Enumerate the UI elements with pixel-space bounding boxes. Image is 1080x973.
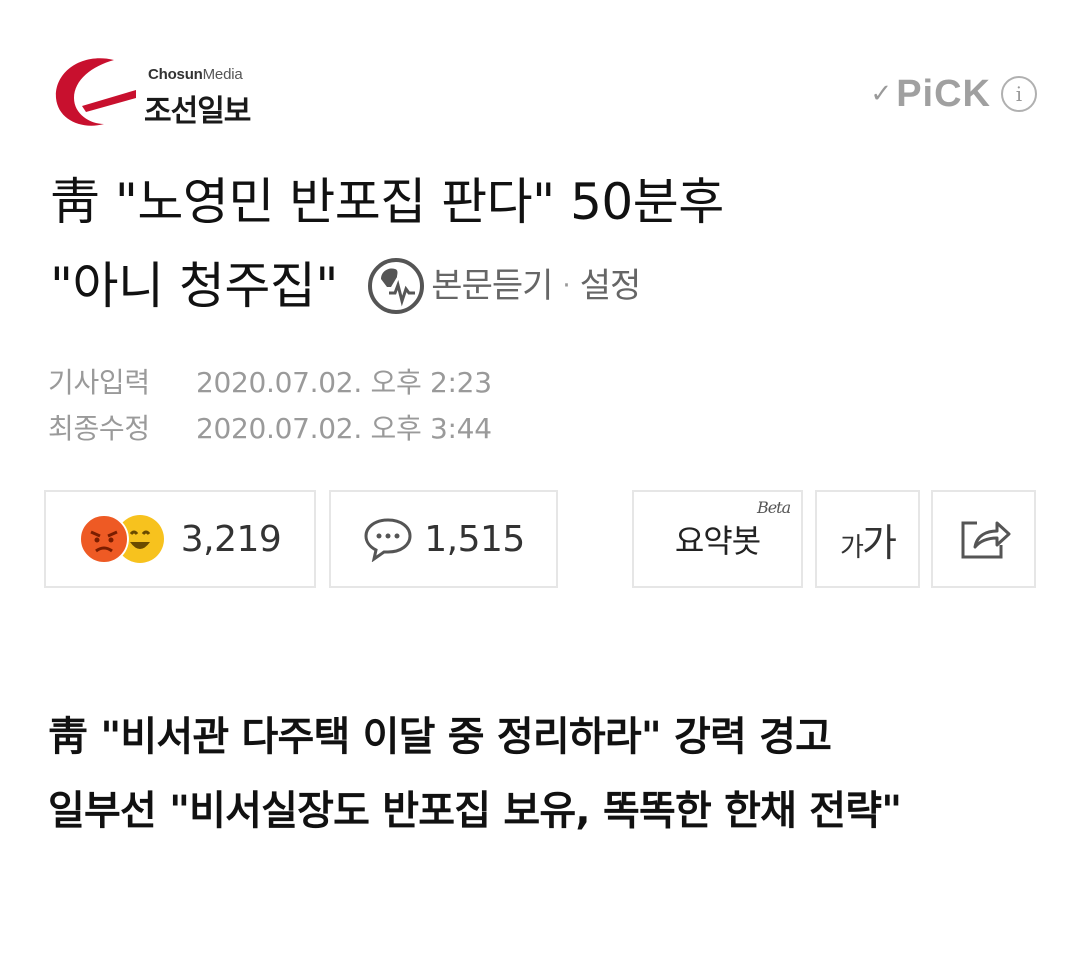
headline-line-2: "아니 청주집" 본문듣기 · 설정 bbox=[50, 244, 1040, 332]
info-icon[interactable]: i bbox=[1001, 76, 1037, 112]
meta-value: 2020.07.02. 오후 2:23 bbox=[196, 366, 492, 399]
tts-listen-label[interactable]: 본문듣기 bbox=[431, 244, 553, 328]
headline-line-2-text: "아니 청주집" bbox=[50, 257, 338, 315]
tts-settings-label[interactable]: 설정 bbox=[580, 244, 642, 328]
summary-bot-button[interactable]: 요약봇 Beta bbox=[632, 490, 803, 588]
pick-label: PiCK bbox=[896, 72, 991, 115]
comment-button[interactable]: 1,515 bbox=[329, 490, 558, 588]
comment-icon bbox=[364, 518, 412, 562]
logo-subtitle-bold: Chosun bbox=[148, 66, 203, 83]
font-size-button[interactable]: 가가 bbox=[815, 490, 920, 588]
subheadline: 靑 "비서관 다주택 이달 중 정리하라" 강력 경고 bbox=[48, 714, 832, 760]
font-size-small-glyph: 가 bbox=[840, 532, 864, 563]
tts-controls: 본문듣기 · 설정 bbox=[367, 244, 642, 328]
logo-subtitle-rest: Media bbox=[202, 66, 243, 83]
article-header: ChosunMedia 조선일보 ✓ PiCK i bbox=[52, 52, 1037, 132]
logo-subtitle: ChosunMedia bbox=[148, 66, 243, 83]
meta-row-published: 기사입력 2020.07.02. 오후 2:23 bbox=[48, 360, 492, 406]
tts-separator: · bbox=[562, 270, 570, 301]
chosun-logo-mark-icon bbox=[55, 58, 136, 126]
article-subheadlines: 靑 "비서관 다주택 이달 중 정리하라" 강력 경고 일부선 "비서실장도 반… bbox=[48, 700, 1038, 848]
check-icon: ✓ bbox=[870, 79, 893, 109]
listen-icon[interactable] bbox=[367, 257, 425, 315]
reaction-emojis bbox=[78, 514, 173, 564]
beta-badge: Beta bbox=[756, 498, 791, 517]
angry-face-icon bbox=[78, 514, 129, 564]
meta-label: 기사입력 bbox=[48, 366, 150, 399]
summary-bot-text: 요약봇 bbox=[674, 522, 761, 560]
article-headline: 靑 "노영민 반포집 판다" 50분후 "아니 청주집" 본문듣기 · 설정 bbox=[50, 160, 1040, 332]
share-button[interactable] bbox=[931, 490, 1036, 588]
reaction-button[interactable]: 3,219 bbox=[44, 490, 316, 588]
article-meta: 기사입력 2020.07.02. 오후 2:23 최종수정 2020.07.02. … bbox=[48, 360, 492, 452]
font-size-label: 가가 bbox=[840, 512, 897, 567]
comment-count: 1,515 bbox=[424, 518, 525, 560]
reaction-count: 3,219 bbox=[180, 518, 282, 560]
font-size-large-glyph: 가 bbox=[861, 520, 897, 565]
meta-row-modified: 최종수정 2020.07.02. 오후 3:44 bbox=[48, 406, 492, 452]
share-icon bbox=[961, 521, 1010, 559]
pick-badge[interactable]: ✓ PiCK i bbox=[870, 72, 1037, 115]
headline-line-1: 靑 "노영민 반포집 판다" 50분후 bbox=[50, 173, 724, 231]
logo-name: 조선일보 bbox=[144, 94, 251, 129]
subheadline: 일부선 "비서실장도 반포집 보유, 똑똑한 한채 전략" bbox=[48, 788, 902, 834]
chosun-logo[interactable]: ChosunMedia 조선일보 bbox=[52, 52, 292, 132]
meta-value: 2020.07.02. 오후 3:44 bbox=[196, 412, 492, 445]
meta-label: 최종수정 bbox=[48, 412, 150, 445]
summary-bot-label: 요약봇 Beta bbox=[674, 498, 791, 562]
